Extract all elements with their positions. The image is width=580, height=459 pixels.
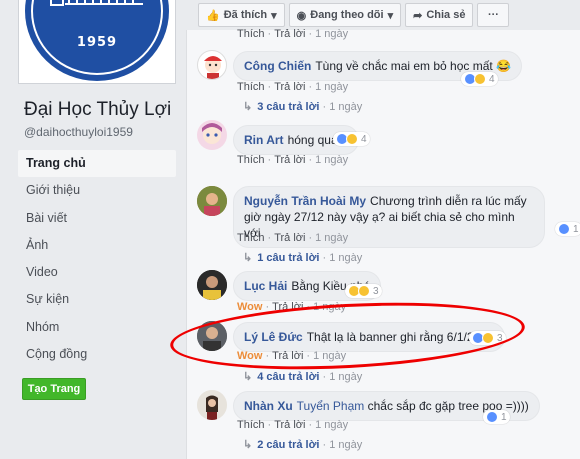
comment-actions: Thích · Trả lời · 1 ngày <box>237 154 349 166</box>
nav-item-posts[interactable]: Bài viết <box>18 205 176 232</box>
haha-reaction-icon <box>474 73 486 85</box>
share-button[interactable]: ➦ Chia sẻ <box>405 3 474 27</box>
view-replies-link[interactable]: ↳ 2 câu trả lời · 1 ngày <box>243 438 362 451</box>
caret-down-icon: ▾ <box>271 9 277 22</box>
reply-arrow-icon: ↳ <box>243 439 253 451</box>
like-reaction-icon <box>558 223 570 235</box>
avatar-image <box>202 123 222 144</box>
avatar[interactable] <box>197 390 227 420</box>
avatar[interactable] <box>197 120 227 150</box>
reply-arrow-icon: ↳ <box>243 101 253 113</box>
comment-author[interactable]: Nhàn Xu <box>244 399 293 413</box>
nav-item-home[interactable]: Trang chủ <box>18 150 176 178</box>
comment-text: Tùng về chắc mai em bỏ học mất 😂 <box>315 59 512 73</box>
comment-actions: Thích · Trả lời · 1 ngày <box>237 232 349 244</box>
comment-time: 1 ngày <box>315 419 349 431</box>
reaction-summary[interactable]: 1 <box>483 410 510 424</box>
reaction-summary[interactable]: 1 <box>555 222 580 236</box>
nav-item-about[interactable]: Giới thiệu <box>18 177 176 204</box>
haha-reaction-icon <box>358 285 370 297</box>
nav-item-events[interactable]: Sự kiện <box>18 286 176 313</box>
avatar[interactable] <box>197 321 227 351</box>
comment-actions: Thích · Trả lời · 1 ngày <box>237 28 349 40</box>
comment-text: Thật lạ là banner ghi rằng 6/1/2017 <box>306 330 494 344</box>
comment-actions: Thích · Trả lời · 1 ngày <box>237 419 349 431</box>
rss-icon: ◉ <box>296 9 307 22</box>
comment-actions: Wow · Trả lời · 1 ngày <box>237 301 347 313</box>
reaction-summary[interactable]: 4 <box>461 72 498 86</box>
mention-link[interactable]: Tuyển Phạm <box>297 399 365 413</box>
page-profile-picture[interactable]: 1959 <box>18 0 176 84</box>
reaction-summary[interactable]: 4 <box>333 132 370 146</box>
reply-link[interactable]: Trả lời <box>274 81 305 93</box>
avatar-image <box>197 321 227 351</box>
comment-author[interactable]: Rin Art <box>244 133 284 147</box>
comment-author[interactable]: Lục Hải <box>244 279 287 293</box>
haha-reaction-icon <box>346 133 358 145</box>
like-link[interactable]: Thích <box>237 232 265 244</box>
comment-time: 1 ngày <box>313 350 347 362</box>
avatar-image <box>197 186 227 216</box>
logo-emblem: 1959 <box>25 0 169 81</box>
thumbs-up-icon: 👍 <box>206 9 220 22</box>
avatar[interactable] <box>197 270 227 300</box>
wow-reaction-icon <box>482 332 494 344</box>
comment-author[interactable]: Nguyễn Trần Hoài My <box>244 194 366 208</box>
page-title[interactable]: Đại Học Thủy Lợi <box>24 99 171 121</box>
avatar[interactable] <box>197 50 227 80</box>
create-page-button[interactable]: Tạo Trang <box>22 378 86 400</box>
reaction-summary[interactable]: 3 <box>345 284 382 298</box>
like-link[interactable]: Thích <box>237 419 265 431</box>
avatar-image <box>197 390 227 420</box>
reply-arrow-icon: ↳ <box>243 252 253 264</box>
comment-author[interactable]: Lý Lê Đức <box>244 330 303 344</box>
comment-time: 1 ngày <box>315 154 349 166</box>
view-replies-link[interactable]: ↳ 3 câu trả lời · 1 ngày <box>243 100 362 113</box>
view-replies-link[interactable]: ↳ 1 câu trả lời · 1 ngày <box>243 251 362 264</box>
page-action-bar: 👍 Đã thích ▾ ◉ Đang theo dõi ▾ ➦ Chia sẻ… <box>198 3 510 27</box>
comment-time: 1 ngày <box>315 232 349 244</box>
nav-item-video[interactable]: Video <box>18 259 176 286</box>
like-link[interactable]: Thích <box>237 28 265 40</box>
caret-down-icon: ▾ <box>387 9 394 22</box>
nav-item-photos[interactable]: Ảnh <box>18 232 176 259</box>
reply-link[interactable]: Trả lời <box>274 232 305 244</box>
page-handle[interactable]: @daihocthuyloi1959 <box>24 125 133 139</box>
nav-item-groups[interactable]: Nhóm <box>18 314 176 341</box>
wow-link[interactable]: Wow <box>237 301 262 313</box>
reply-link[interactable]: Trả lời <box>274 154 305 166</box>
comment-author[interactable]: Công Chiến <box>244 59 311 73</box>
view-replies-link[interactable]: ↳ 4 câu trả lời · 1 ngày <box>243 370 362 383</box>
comments-feed: Thích · Trả lời · 1 ngày Công Chiến Tùng về c… <box>186 28 580 459</box>
page-nav: Trang chủ Giới thiệu Bài viết Ảnh Video … <box>18 150 176 368</box>
more-options-button[interactable]: ··· <box>477 3 510 27</box>
like-reaction-icon <box>486 411 498 423</box>
reaction-summary[interactable]: 3 <box>469 331 506 345</box>
like-link[interactable]: Thích <box>237 154 265 166</box>
comment-time: 1 ngày <box>313 301 347 313</box>
avatar-image <box>204 56 222 79</box>
share-arrow-icon: ➦ <box>413 9 423 22</box>
avatar[interactable] <box>197 186 227 216</box>
reply-link[interactable]: Trả lời <box>272 301 303 313</box>
nav-item-community[interactable]: Cộng đồng <box>18 341 176 368</box>
building-icon <box>49 0 145 7</box>
logo-year: 1959 <box>76 35 118 50</box>
following-button[interactable]: ◉ Đang theo dõi ▾ <box>288 3 402 27</box>
left-column: 1959 Đại Học Thủy Lợi @daihocthuyloi1959… <box>0 0 186 459</box>
wow-link[interactable]: Wow <box>237 350 262 362</box>
reply-arrow-icon: ↳ <box>243 371 253 383</box>
comment-bubble: Lý Lê Đức Thật lạ là banner ghi rằng 6/1/… <box>233 322 505 352</box>
comment-time: 1 ngày <box>315 28 349 40</box>
comment-actions: Thích · Trả lời · 1 ngày <box>237 81 349 93</box>
avatar-image <box>197 270 227 300</box>
comment-actions: Wow · Trả lời · 1 ngày <box>237 350 347 362</box>
reply-link[interactable]: Trả lời <box>272 350 303 362</box>
liked-button[interactable]: 👍 Đã thích ▾ <box>198 3 285 27</box>
comment-time: 1 ngày <box>315 81 349 93</box>
reply-link[interactable]: Trả lời <box>274 28 305 40</box>
reply-link[interactable]: Trả lời <box>274 419 305 431</box>
like-link[interactable]: Thích <box>237 81 265 93</box>
